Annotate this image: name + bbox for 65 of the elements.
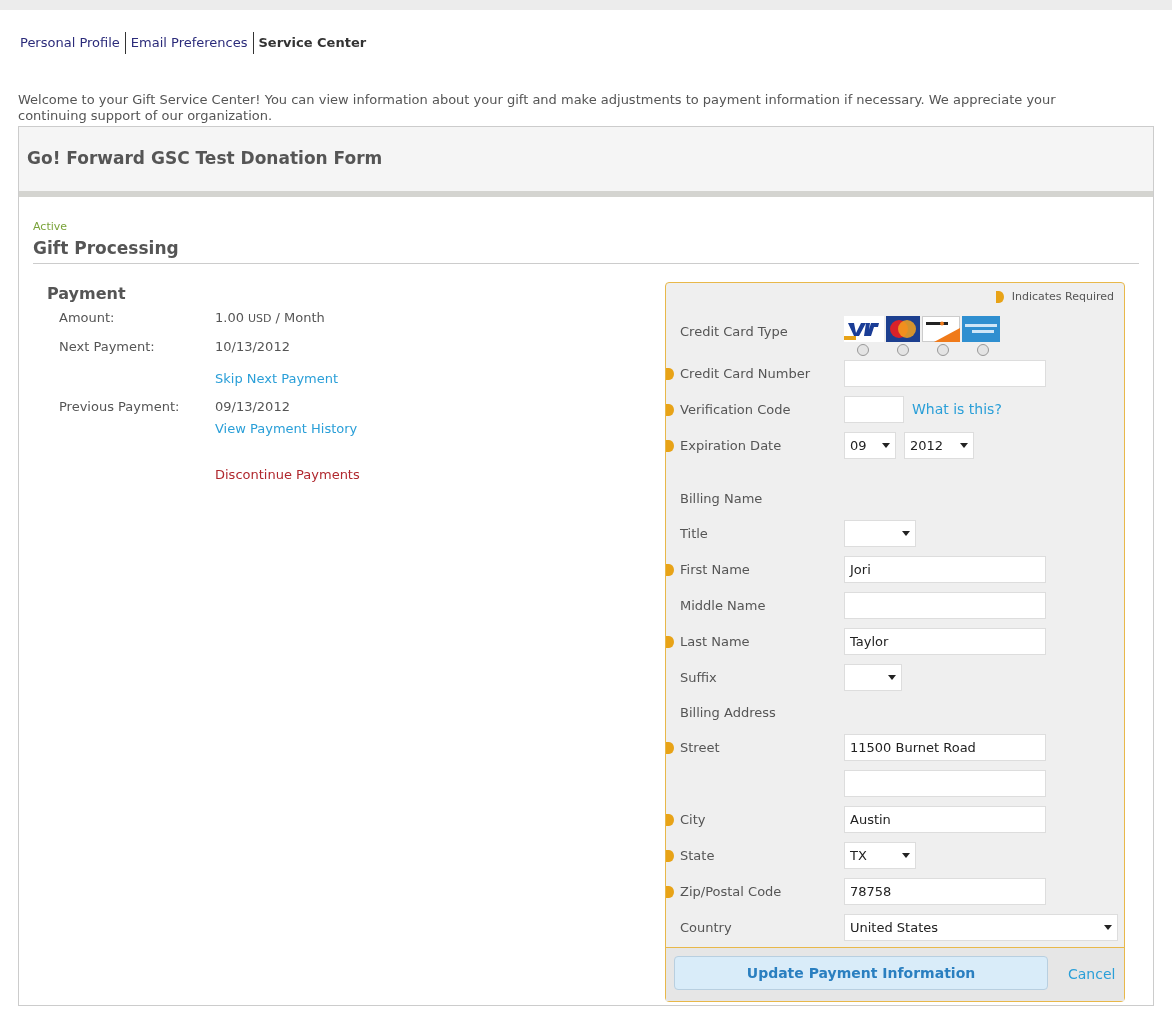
field-label: Title xyxy=(680,524,708,543)
input-field[interactable]: Austin xyxy=(844,806,1046,833)
year-dropdown[interactable]: 2012 xyxy=(904,432,974,459)
period-label: / Month xyxy=(275,310,325,326)
nav-tab[interactable]: Email Preferences xyxy=(128,33,250,53)
section-title: Gift Processing xyxy=(33,237,179,258)
input-field[interactable] xyxy=(844,396,904,423)
nav-tab[interactable]: Service Center xyxy=(256,33,369,53)
field-label: Credit Card Type xyxy=(680,322,788,341)
dropdown-caret-icon xyxy=(882,443,890,448)
input-field[interactable] xyxy=(844,770,1046,797)
field-label: Middle Name xyxy=(680,596,766,615)
form-title: Go! Forward GSC Test Donation Form xyxy=(27,147,383,171)
card-logo-icon xyxy=(962,315,1000,342)
input-field[interactable]: Taylor xyxy=(844,628,1046,655)
group-heading: Billing Name xyxy=(680,489,763,508)
required-marker-icon xyxy=(995,291,1004,304)
field-value: 10/13/2012 xyxy=(215,339,290,355)
dropdown[interactable] xyxy=(844,520,916,547)
input-field[interactable]: 78758 xyxy=(844,878,1046,905)
field-label: Country xyxy=(680,918,732,937)
dropdown-caret-icon xyxy=(888,675,896,680)
dropdown-caret-icon xyxy=(902,853,910,858)
currency-label: USD xyxy=(247,311,272,327)
amount-value: 1.00 xyxy=(215,310,244,326)
dropdown[interactable] xyxy=(844,664,902,691)
input-field[interactable]: Jori xyxy=(844,556,1046,583)
field-label: Zip/Postal Code xyxy=(680,882,782,901)
radio-button[interactable] xyxy=(937,343,949,356)
radio-button[interactable] xyxy=(897,343,909,356)
required-legend: Indicates Required xyxy=(1011,289,1114,306)
radio-button[interactable] xyxy=(857,343,869,356)
field-label: Expiration Date xyxy=(680,436,782,455)
field-value: 09/13/2012 xyxy=(215,399,290,415)
card-logo-icon xyxy=(886,315,920,342)
field-label: Suffix xyxy=(680,668,717,687)
field-label: Next Payment: xyxy=(59,339,155,354)
month-dropdown[interactable]: 09 xyxy=(844,432,896,459)
dropdown-caret-icon xyxy=(1104,925,1112,930)
dropdown[interactable]: United States xyxy=(844,914,1118,941)
field-label: Last Name xyxy=(680,632,750,651)
dropdown[interactable]: TX xyxy=(844,842,916,869)
status-label: Active xyxy=(33,219,69,235)
field-label: First Name xyxy=(680,560,750,579)
update-payment-button[interactable]: Update Payment Information xyxy=(674,956,1048,990)
field-label: State xyxy=(680,846,715,865)
field-label: Street xyxy=(680,738,720,757)
radio-button[interactable] xyxy=(977,343,989,356)
group-heading: Billing Address xyxy=(680,703,776,722)
card-logo-icon xyxy=(844,315,884,342)
dropdown-caret-icon xyxy=(902,531,910,536)
intro-text: Welcome to your Gift Service Center! You can view information about your gift and make adjustments to payment information if necessary. We appreciate your continuing support of our organization. xyxy=(18,92,1057,124)
input-field[interactable] xyxy=(844,360,1046,387)
payment-heading: Payment xyxy=(47,283,126,305)
link[interactable]: Discontinue Payments xyxy=(215,467,360,483)
field-label: Credit Card Number xyxy=(680,364,810,383)
dropdown-caret-icon xyxy=(960,443,968,448)
field-label: Verification Code xyxy=(680,400,791,419)
nav-tab[interactable]: Personal Profile xyxy=(18,33,122,53)
field-label: City xyxy=(680,810,706,829)
input-field[interactable] xyxy=(844,592,1046,619)
amount-label: Amount: xyxy=(59,310,115,325)
input-field[interactable]: 11500 Burnet Road xyxy=(844,734,1046,761)
card-logo-icon xyxy=(922,315,960,342)
field-label: Previous Payment: xyxy=(59,399,180,414)
